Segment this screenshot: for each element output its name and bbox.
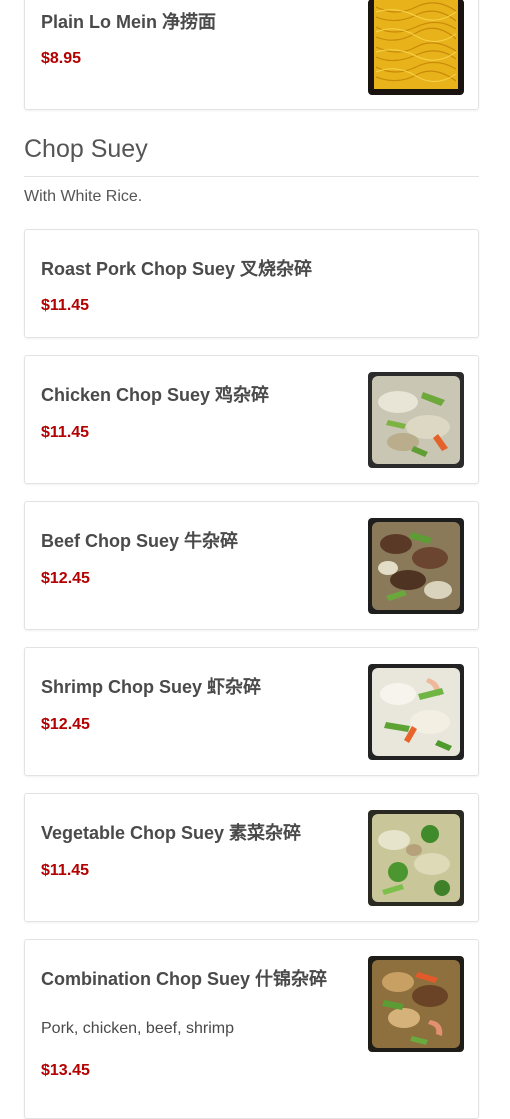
menu-item-price: $11.45 xyxy=(41,297,90,314)
menu-item-card[interactable]: Shrimp Chop Suey 虾杂碎 $12.45 xyxy=(24,647,479,776)
menu-item-price: $8.95 xyxy=(41,50,82,67)
food-photo-icon xyxy=(368,956,464,1052)
menu-item-name: Roast Pork Chop Suey 叉烧杂碎 xyxy=(41,259,313,279)
food-photo-icon xyxy=(368,0,464,95)
menu-item-description: Pork, chicken, beef, shrimp xyxy=(41,1020,234,1037)
menu-item-name: Combination Chop Suey 什锦杂碎 xyxy=(41,969,327,989)
menu-item-name: Plain Lo Mein 净捞面 xyxy=(41,12,217,32)
menu-item-card[interactable]: Chicken Chop Suey 鸡杂碎 $11.45 xyxy=(24,355,479,484)
section-description: With White Rice. xyxy=(24,188,143,205)
food-photo-icon xyxy=(368,664,464,760)
section-title: Chop Suey xyxy=(24,135,148,163)
menu-item-card[interactable]: Plain Lo Mein 净捞面 $8.95 xyxy=(24,0,479,110)
menu-item-price: $11.45 xyxy=(41,862,90,879)
menu-item-price: $11.45 xyxy=(41,424,90,441)
menu-item-name: Shrimp Chop Suey 虾杂碎 xyxy=(41,677,262,697)
menu-item-name: Beef Chop Suey 牛杂碎 xyxy=(41,531,239,551)
menu-item-card[interactable]: Beef Chop Suey 牛杂碎 $12.45 xyxy=(24,501,479,630)
section-divider xyxy=(24,176,479,177)
menu-item-card[interactable]: Roast Pork Chop Suey 叉烧杂碎 $11.45 xyxy=(24,229,479,338)
menu-item-price: $12.45 xyxy=(41,716,90,733)
menu-item-price: $12.45 xyxy=(41,570,90,587)
menu-item-price: $13.45 xyxy=(41,1062,90,1079)
menu-item-card[interactable]: Vegetable Chop Suey 素菜杂碎 $11.45 xyxy=(24,793,479,922)
menu-item-name: Vegetable Chop Suey 素菜杂碎 xyxy=(41,823,302,843)
food-photo-icon xyxy=(368,810,464,906)
food-photo-icon xyxy=(368,518,464,614)
menu-item-name: Chicken Chop Suey 鸡杂碎 xyxy=(41,385,270,405)
menu-item-card[interactable]: Combination Chop Suey 什锦杂碎 Pork, chicken… xyxy=(24,939,479,1119)
food-photo-icon xyxy=(368,372,464,468)
